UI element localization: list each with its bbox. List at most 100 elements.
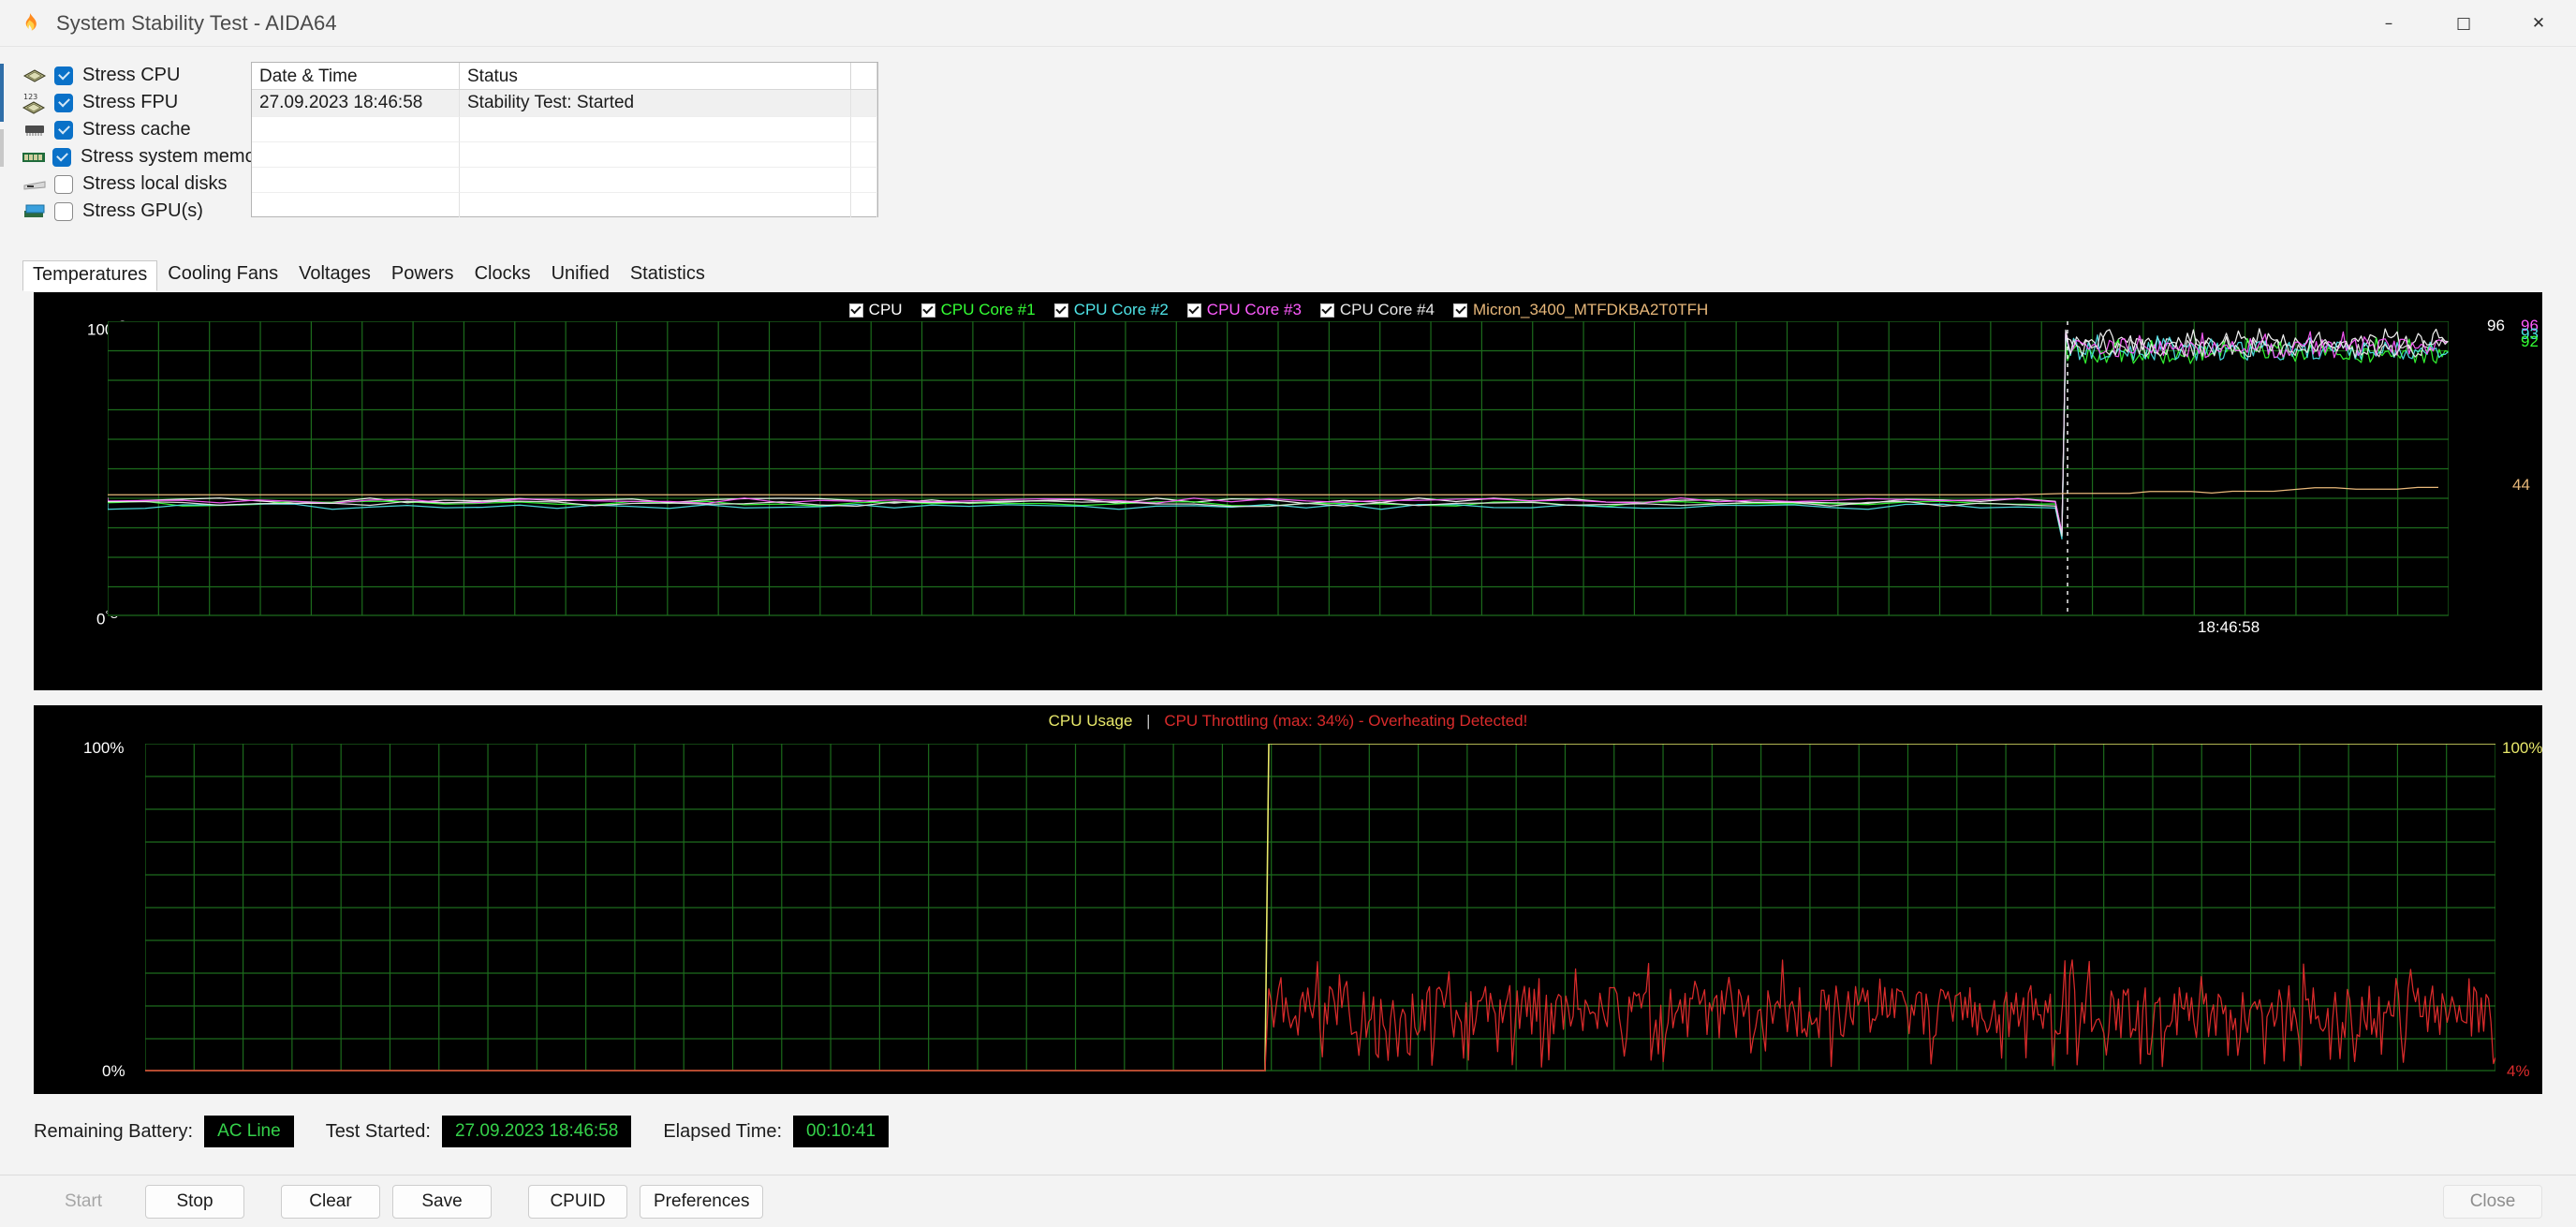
table-row-empty [252, 116, 877, 141]
save-button[interactable]: Save [392, 1185, 492, 1219]
legend-checkbox-cpu[interactable] [849, 303, 863, 318]
legend-label: CPU Core #3 [1207, 301, 1302, 319]
stress-option-label: Stress cache [82, 119, 191, 140]
stress-option-label: Stress local disks [82, 173, 228, 195]
stress-option-label: Stress CPU [82, 65, 180, 86]
cpu-usage-plot [145, 744, 2495, 1072]
temp-value-cpu: 96 [2487, 317, 2505, 335]
legend-checkbox-core4[interactable] [1320, 303, 1334, 318]
close-window-button[interactable]: ✕ [2501, 0, 2576, 47]
test-started-value: 27.09.2023 18:46:58 [442, 1116, 631, 1147]
elapsed-time-value: 00:10:41 [793, 1116, 889, 1147]
minimize-button[interactable]: – [2351, 0, 2426, 47]
close-button[interactable]: Close [2443, 1185, 2542, 1219]
fpu-chip-icon: 123 [21, 93, 49, 113]
legend-label: Micron_3400_MTFDKBA2T0TFH [1473, 301, 1708, 319]
legend-label: CPU Core #2 [1074, 301, 1169, 319]
legend-label: CPU [869, 301, 903, 319]
cpu-axis-max-right: 100% [2502, 739, 2542, 758]
stress-option-cache[interactable]: Stress cache [21, 116, 232, 143]
temperature-chart-legend: CPU CPU Core #1 CPU Core #2 CPU Core #3 … [35, 299, 2541, 319]
legend-checkbox-ssd[interactable] [1453, 303, 1467, 318]
top-panel: Stress CPU 123 Stress FPU [0, 47, 2576, 260]
hard-disk-icon [21, 174, 49, 195]
title-separator: | [1146, 712, 1150, 730]
table-row-empty [252, 141, 877, 167]
stress-option-fpu[interactable]: 123 Stress FPU [21, 89, 232, 116]
temperature-plot [108, 321, 2449, 616]
title-bar: System Stability Test - AIDA64 – □ ✕ [0, 0, 2576, 47]
start-button[interactable]: Start [34, 1185, 133, 1219]
tab-unified[interactable]: Unified [541, 259, 620, 290]
tab-cooling-fans[interactable]: Cooling Fans [157, 259, 288, 290]
event-log-table[interactable]: Date & Time Status 27.09.2023 18:46:58 S… [251, 62, 878, 217]
stress-fpu-checkbox[interactable] [54, 94, 73, 112]
test-started-label: Test Started: [326, 1121, 431, 1143]
tab-clocks[interactable]: Clocks [464, 259, 541, 290]
table-row[interactable]: 27.09.2023 18:46:58 Stability Test: Star… [252, 90, 877, 116]
battery-label: Remaining Battery: [34, 1121, 193, 1143]
stress-cpu-checkbox[interactable] [54, 67, 73, 85]
legend-item-core1[interactable]: CPU Core #1 [921, 301, 1036, 319]
temperature-chart: CPU CPU Core #1 CPU Core #2 CPU Core #3 … [34, 292, 2542, 690]
cache-chip-icon [21, 120, 49, 140]
column-header-extra[interactable] [851, 63, 877, 89]
cpu-chip-icon [21, 66, 49, 86]
legend-item-core4[interactable]: CPU Core #4 [1320, 301, 1435, 319]
preferences-button[interactable]: Preferences [640, 1185, 763, 1219]
legend-item-ssd[interactable]: Micron_3400_MTFDKBA2T0TFH [1453, 301, 1708, 319]
table-header-row: Date & Time Status [252, 63, 877, 90]
table-row-empty [252, 192, 877, 217]
column-header-datetime[interactable]: Date & Time [252, 63, 460, 89]
cpu-axis-min-left: 0% [102, 1062, 125, 1081]
legend-checkbox-core3[interactable] [1187, 303, 1201, 318]
stress-memory-checkbox[interactable] [52, 148, 71, 167]
clear-button[interactable]: Clear [281, 1185, 380, 1219]
gpu-card-icon [21, 201, 49, 222]
cell-datetime: 27.09.2023 18:46:58 [252, 90, 460, 116]
stress-option-label: Stress FPU [82, 92, 178, 113]
window-controls: – □ ✕ [2351, 0, 2576, 47]
cell-status: Stability Test: Started [460, 90, 851, 116]
stress-option-disks[interactable]: Stress local disks [21, 170, 232, 198]
cpu-chart-title-row: CPU Usage | CPU Throttling (max: 34%) - … [35, 712, 2541, 731]
legend-item-cpu[interactable]: CPU [849, 301, 903, 319]
temp-time-marker: 18:46:58 [2198, 618, 2260, 637]
cpuid-button[interactable]: CPUID [528, 1185, 627, 1219]
legend-checkbox-core1[interactable] [921, 303, 935, 318]
tab-temperatures[interactable]: Temperatures [22, 260, 157, 291]
tab-statistics[interactable]: Statistics [620, 259, 715, 290]
stress-option-cpu[interactable]: Stress CPU [21, 62, 232, 89]
column-header-status[interactable]: Status [460, 63, 851, 89]
cell-extra [851, 90, 877, 116]
stop-button[interactable]: Stop [145, 1185, 244, 1219]
cpu-throttle-value: 4% [2507, 1062, 2530, 1081]
stress-option-gpu[interactable]: Stress GPU(s) [21, 198, 232, 225]
window-title: System Stability Test - AIDA64 [56, 11, 337, 36]
stress-gpu-checkbox[interactable] [54, 202, 73, 221]
stress-cache-checkbox[interactable] [54, 121, 73, 140]
tab-powers[interactable]: Powers [381, 259, 464, 290]
elapsed-time-label: Elapsed Time: [663, 1121, 782, 1143]
tab-voltages[interactable]: Voltages [288, 259, 381, 290]
cpu-usage-title: CPU Usage [1049, 712, 1133, 730]
legend-label: CPU Core #4 [1340, 301, 1435, 319]
maximize-button[interactable]: □ [2426, 0, 2501, 47]
temp-value-core1: 92 [2521, 333, 2539, 351]
stress-option-label: Stress GPU(s) [82, 200, 203, 222]
legend-item-core2[interactable]: CPU Core #2 [1054, 301, 1169, 319]
cpu-throttling-warning: CPU Throttling (max: 34%) - Overheating … [1164, 712, 1527, 730]
cpu-axis-max-left: 100% [83, 739, 124, 758]
stress-option-memory[interactable]: Stress system memory [21, 143, 232, 170]
table-row-empty [252, 167, 877, 192]
chart-tabs: Temperatures Cooling Fans Voltages Power… [0, 260, 2576, 290]
memory-module-icon [21, 147, 47, 168]
legend-checkbox-core2[interactable] [1054, 303, 1068, 318]
stress-options-list: Stress CPU 123 Stress FPU [0, 62, 232, 260]
stress-disks-checkbox[interactable] [54, 175, 73, 194]
battery-value: AC Line [204, 1116, 294, 1147]
temp-value-ssd: 44 [2512, 476, 2530, 495]
legend-item-core3[interactable]: CPU Core #3 [1187, 301, 1302, 319]
charts-area: CPU CPU Core #1 CPU Core #2 CPU Core #3 … [0, 292, 2576, 1094]
stress-option-label: Stress system memory [81, 146, 271, 168]
